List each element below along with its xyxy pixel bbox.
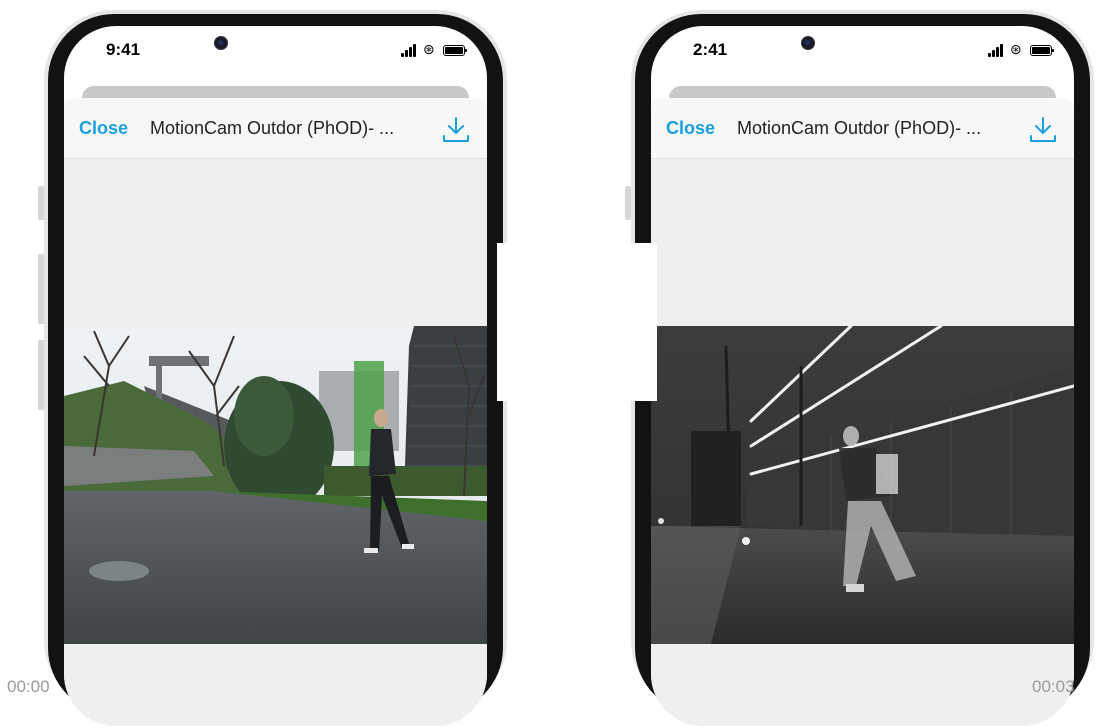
battery-icon bbox=[443, 45, 467, 56]
status-bar: 2:41 ⊛ bbox=[651, 26, 1074, 76]
wifi-icon: ⊛ bbox=[1010, 41, 1022, 57]
nav-title: MotionCam Outdor (PhOD)- ... bbox=[150, 118, 395, 138]
volume-down-button bbox=[38, 340, 44, 410]
front-camera-icon bbox=[801, 36, 815, 50]
status-time: 9:41 bbox=[106, 40, 141, 59]
system-icons: ⊛ bbox=[988, 41, 1054, 57]
nav-title: MotionCam Outdor (PhOD)- ... bbox=[737, 118, 982, 138]
status-time: 2:41 bbox=[693, 40, 728, 59]
video-frame-day[interactable] bbox=[64, 326, 487, 644]
front-camera-icon bbox=[214, 36, 228, 50]
nav-bar: Close MotionCam Outdor (PhOD)- ... bbox=[64, 98, 487, 159]
timeline-start-label: 00:00 bbox=[7, 677, 50, 696]
timeline-end-label: 00:03 bbox=[1032, 677, 1075, 696]
system-icons: ⊛ bbox=[401, 41, 467, 57]
mute-switch bbox=[625, 186, 631, 220]
download-icon[interactable] bbox=[441, 114, 471, 144]
below-video-area bbox=[64, 644, 487, 726]
left-phone: 9:41 ⊛ Close MotionCam Outdor (PhOD)- ..… bbox=[38, 10, 513, 726]
video-sheet: Close MotionCam Outdor (PhOD)- ... bbox=[64, 98, 487, 726]
nav-bar: Close MotionCam Outdor (PhOD)- ... bbox=[651, 98, 1074, 159]
close-button[interactable]: Close bbox=[666, 118, 715, 139]
battery-icon bbox=[1030, 45, 1054, 56]
below-video-area bbox=[651, 644, 1074, 726]
video-frame-night[interactable] bbox=[651, 326, 1074, 644]
mute-switch bbox=[38, 186, 44, 220]
download-icon[interactable] bbox=[1028, 114, 1058, 144]
close-button[interactable]: Close bbox=[79, 118, 128, 139]
status-bar: 9:41 ⊛ bbox=[64, 26, 487, 76]
volume-up-button bbox=[38, 254, 44, 324]
phone-screen: 2:41 ⊛ Close MotionCam Outdor (PhOD)- ..… bbox=[651, 26, 1074, 726]
wifi-icon: ⊛ bbox=[423, 41, 435, 57]
divider-gap bbox=[497, 243, 657, 401]
right-phone: 2:41 ⊛ Close MotionCam Outdor (PhOD)- ..… bbox=[625, 10, 1099, 726]
video-sheet: Close MotionCam Outdor (PhOD)- ... bbox=[651, 98, 1074, 726]
phone-screen: 9:41 ⊛ Close MotionCam Outdor (PhOD)- ..… bbox=[64, 26, 487, 726]
